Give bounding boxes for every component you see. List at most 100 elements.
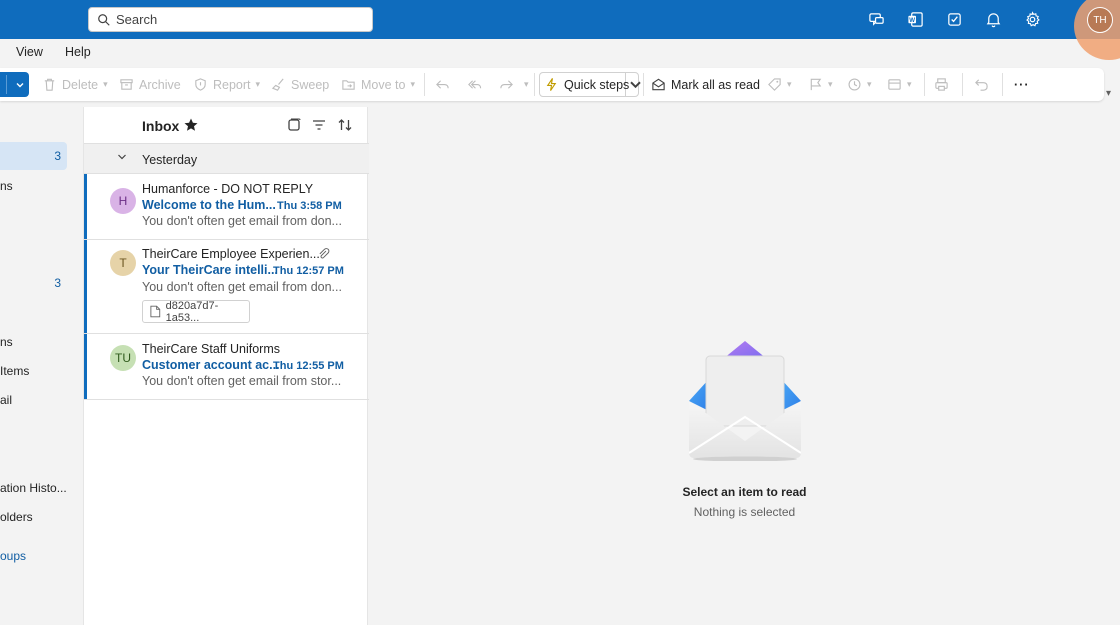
chevron-down-icon: [16, 82, 24, 87]
trash-icon: [44, 78, 55, 91]
forward-icon: [500, 80, 513, 89]
group-label: Yesterday: [142, 153, 198, 167]
mark-all-read-button[interactable]: Mark all as read: [651, 68, 760, 101]
message-item[interactable]: TU TheirCare Staff Uniforms Customer acc…: [84, 334, 369, 400]
empty-state-subtitle: Nothing is selected: [693, 505, 796, 519]
search-icon: [98, 13, 110, 26]
flag-button[interactable]: ▾: [808, 68, 833, 101]
printer-icon: [935, 78, 948, 91]
sort-icon[interactable]: [337, 117, 353, 133]
sender-avatar: TU: [110, 345, 136, 371]
file-icon: [150, 305, 161, 318]
message-item[interactable]: H Humanforce - DO NOT REPLY Welcome to t…: [84, 174, 369, 240]
message-list-pane: Inbox Yesterday H Humanforce - DO NOT RE…: [83, 107, 369, 625]
undo-icon: [975, 79, 988, 91]
folder-inbox[interactable]: 3: [0, 142, 67, 170]
move-to-label: Move to: [361, 77, 406, 92]
folder-move-icon: [342, 80, 355, 90]
filter-icon[interactable]: [311, 117, 327, 133]
search-box[interactable]: [88, 7, 373, 32]
report-label: Report: [213, 77, 251, 92]
more-options-button[interactable]: ···: [1014, 68, 1030, 101]
forward-button[interactable]: ▾: [499, 68, 529, 101]
star-icon[interactable]: [183, 117, 199, 133]
reply-all-icon: [468, 80, 482, 89]
sweep-button[interactable]: Sweep: [271, 68, 329, 101]
folder-label: ation Histo...: [0, 481, 67, 495]
folder-item[interactable]: oups: [0, 542, 67, 570]
todo-icon[interactable]: [935, 0, 974, 39]
ribbon-toolbar: Delete ▾ Archive Report ▾ Sweep Move to ▾ ▾…: [0, 68, 1104, 101]
message-time: Thu 3:58 PM: [277, 200, 342, 212]
sender-avatar: H: [110, 188, 136, 214]
folder-item[interactable]: Items: [0, 357, 67, 385]
folder-item[interactable]: ail: [0, 386, 67, 414]
folder-item[interactable]: 3: [0, 269, 67, 297]
folder-item[interactable]: ns: [0, 328, 67, 356]
reply-icon: [436, 80, 449, 89]
folder-label: oups: [0, 549, 27, 563]
new-mail-dropdown[interactable]: [0, 72, 29, 97]
message-item[interactable]: T TheirCare Employee Experien... Your Th…: [84, 240, 369, 334]
unread-indicator: [84, 174, 87, 239]
menu-view[interactable]: View: [16, 45, 43, 59]
gear-icon[interactable]: [1013, 0, 1052, 39]
message-time: Thu 12:55 PM: [273, 360, 344, 372]
empty-state-title: Select an item to read: [682, 485, 807, 499]
folder-count: 3: [54, 149, 61, 163]
folder-label: ail: [0, 393, 13, 407]
message-subject: Customer account ac...: [142, 358, 280, 372]
unread-indicator: [84, 240, 87, 333]
unread-indicator: [84, 334, 87, 399]
archive-button[interactable]: Archive: [119, 68, 181, 101]
flag-icon: [810, 78, 822, 91]
print-button[interactable]: [934, 68, 954, 101]
folder-item[interactable]: olders: [0, 503, 67, 531]
folder-label: olders: [0, 510, 33, 524]
ribbon-expand-icon[interactable]: ▾: [1106, 88, 1111, 99]
envelope-illustration: [689, 341, 801, 461]
select-icon[interactable]: [286, 117, 302, 133]
undo-button[interactable]: [974, 68, 994, 101]
report-button[interactable]: Report ▾: [193, 68, 260, 101]
search-input[interactable]: [116, 12, 356, 27]
group-header-yesterday[interactable]: Yesterday: [84, 144, 369, 174]
list-header: Inbox: [84, 107, 369, 144]
delete-button[interactable]: Delete ▾: [42, 68, 108, 101]
tag-button[interactable]: ▾: [767, 68, 792, 101]
reading-pane: Select an item to read Nothing is select…: [369, 101, 1120, 625]
bell-icon[interactable]: [974, 0, 1013, 39]
tag-icon: [768, 78, 781, 91]
envelope-open-icon: [652, 78, 665, 91]
paperclip-icon: [319, 248, 330, 259]
more-label: ···: [1014, 77, 1030, 92]
archive-label: Archive: [139, 77, 181, 92]
quick-steps-label: Quick steps: [564, 77, 630, 92]
snooze-button[interactable]: ▾: [847, 68, 872, 101]
menu-help[interactable]: Help: [65, 45, 91, 59]
broom-icon: [271, 78, 284, 91]
shield-icon: [195, 78, 206, 91]
message-sender: Humanforce - DO NOT REPLY: [142, 182, 314, 196]
attachment-chip[interactable]: d820a7d7-1a53...: [142, 300, 250, 324]
folder-item[interactable]: ns: [0, 172, 67, 200]
reply-button[interactable]: [435, 68, 455, 101]
avatar[interactable]: TH: [1087, 7, 1113, 33]
move-to-button[interactable]: Move to ▾: [341, 68, 415, 101]
rules-button[interactable]: ▾: [887, 68, 912, 101]
chevron-down-icon: [118, 154, 126, 160]
quick-steps-button[interactable]: Quick steps: [544, 68, 629, 101]
message-sender: TheirCare Employee Experien...: [142, 247, 320, 261]
folder-item[interactable]: ation Histo...: [0, 474, 82, 502]
quick-steps-dropdown[interactable]: [628, 68, 648, 101]
word-icon[interactable]: W: [896, 0, 935, 39]
folder-pane: 3 ns 3 ns Items ail ation Histo... older…: [0, 101, 82, 625]
chat-icon[interactable]: [857, 0, 896, 39]
reply-all-button[interactable]: [467, 68, 487, 101]
message-preview: You don't often get email from don...: [142, 280, 342, 294]
clock-icon: [848, 78, 861, 91]
message-preview: You don't often get email from don...: [142, 214, 342, 228]
message-subject: Your TheirCare intelli...: [142, 263, 278, 277]
message-time: Thu 12:57 PM: [273, 265, 344, 277]
inbox-title: Inbox: [142, 118, 180, 134]
